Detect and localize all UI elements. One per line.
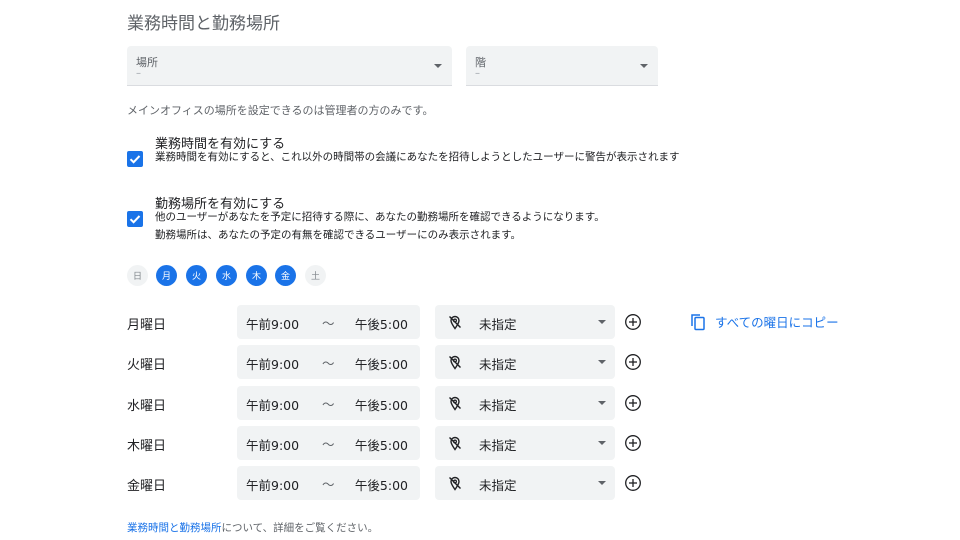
range-separator: 〜: [322, 356, 335, 371]
checkmark-icon: [129, 155, 141, 164]
working-hours-checkbox[interactable]: [127, 151, 143, 167]
start-time[interactable]: 午前9:00: [246, 395, 299, 414]
copy-icon: [691, 313, 705, 330]
day-label-monday: 月曜日: [127, 318, 167, 333]
end-time[interactable]: 午後5:00: [355, 354, 408, 373]
location-select-thursday[interactable]: 未指定: [435, 426, 615, 460]
location-select-tuesday[interactable]: 未指定: [435, 345, 615, 379]
working-location-checkbox[interactable]: [127, 211, 143, 227]
copy-to-all-days-label: すべての曜日にコピー: [715, 315, 839, 330]
range-separator: 〜: [322, 397, 335, 412]
help-link[interactable]: 業務時間と勤務場所: [127, 522, 222, 534]
dropdown-arrow-icon: [434, 64, 442, 68]
dropdown-arrow-icon: [598, 360, 606, 364]
copy-to-all-days-button[interactable]: すべての曜日にコピー: [690, 312, 839, 331]
location-value: 未指定: [479, 317, 517, 332]
range-separator: 〜: [322, 477, 335, 492]
add-circle-icon[interactable]: [624, 313, 642, 331]
add-circle-icon[interactable]: [624, 353, 642, 371]
time-range-thursday[interactable]: 午前9:00 〜 午後5:00: [237, 426, 420, 460]
location-value: 未指定: [479, 438, 517, 453]
range-separator: 〜: [322, 316, 335, 331]
dropdown-arrow-icon: [598, 320, 606, 324]
location-value: 未指定: [479, 357, 517, 372]
day-label-thursday: 木曜日: [127, 439, 167, 454]
location-value: 未指定: [479, 478, 517, 493]
dropdown-arrow-icon: [598, 441, 606, 445]
dropdown-arrow-icon: [640, 64, 648, 68]
location-select-monday[interactable]: 未指定: [435, 305, 615, 339]
weekday-wednesday[interactable]: 水: [216, 265, 237, 286]
footer-note: 業務時間と勤務場所について、詳細をご覧ください。: [127, 520, 378, 535]
floor-select[interactable]: 階 –: [466, 46, 658, 86]
dropdown-arrow-icon: [598, 401, 606, 405]
end-time[interactable]: 午後5:00: [355, 435, 408, 454]
add-circle-icon[interactable]: [624, 394, 642, 412]
weekday-monday[interactable]: 月: [156, 265, 177, 286]
section-title: 業務時間と勤務場所: [127, 14, 280, 34]
location-off-icon: [449, 315, 461, 330]
day-label-wednesday: 水曜日: [127, 399, 167, 414]
start-time[interactable]: 午前9:00: [246, 314, 299, 333]
working-location-description-1: 他のユーザーがあなたを予定に招待する際に、あなたの勤務場所を確認できるようになり…: [155, 211, 605, 223]
day-label-tuesday: 火曜日: [127, 358, 167, 373]
place-select[interactable]: 場所 –: [127, 46, 452, 86]
place-select-value: –: [136, 68, 141, 79]
time-range-friday[interactable]: 午前9:00 〜 午後5:00: [237, 466, 420, 500]
location-select-wednesday[interactable]: 未指定: [435, 386, 615, 420]
range-separator: 〜: [322, 437, 335, 452]
end-time[interactable]: 午後5:00: [355, 395, 408, 414]
weekday-thursday[interactable]: 木: [246, 265, 267, 286]
footer-suffix: について、詳細をご覧ください。: [221, 522, 379, 534]
working-location-description-2: 勤務場所は、あなたの予定の有無を確認できるユーザーにのみ表示されます。: [155, 229, 522, 241]
add-circle-icon[interactable]: [624, 434, 642, 452]
location-off-icon: [449, 476, 461, 491]
checkmark-icon: [129, 215, 141, 224]
floor-select-value: –: [475, 68, 480, 79]
weekday-saturday[interactable]: 土: [305, 265, 326, 286]
location-off-icon: [449, 396, 461, 411]
location-off-icon: [449, 436, 461, 451]
location-off-icon: [449, 355, 461, 370]
end-time[interactable]: 午後5:00: [355, 475, 408, 494]
end-time[interactable]: 午後5:00: [355, 314, 408, 333]
start-time[interactable]: 午前9:00: [246, 435, 299, 454]
time-range-wednesday[interactable]: 午前9:00 〜 午後5:00: [237, 386, 420, 420]
time-range-tuesday[interactable]: 午前9:00 〜 午後5:00: [237, 345, 420, 379]
dropdown-arrow-icon: [598, 481, 606, 485]
location-select-friday[interactable]: 未指定: [435, 466, 615, 500]
weekday-sunday[interactable]: 日: [127, 265, 148, 286]
start-time[interactable]: 午前9:00: [246, 354, 299, 373]
day-label-friday: 金曜日: [127, 479, 167, 494]
time-range-monday[interactable]: 午前9:00 〜 午後5:00: [237, 305, 420, 339]
working-hours-description: 業務時間を有効にすると、これ以外の時間帯の会議にあなたを招待しようとしたユーザー…: [155, 151, 680, 163]
location-value: 未指定: [479, 398, 517, 413]
weekday-tuesday[interactable]: 火: [186, 265, 207, 286]
admin-note: メインオフィスの場所を設定できるのは管理者の方のみです。: [127, 104, 434, 117]
weekday-friday[interactable]: 金: [275, 265, 296, 286]
start-time[interactable]: 午前9:00: [246, 475, 299, 494]
add-circle-icon[interactable]: [624, 474, 642, 492]
